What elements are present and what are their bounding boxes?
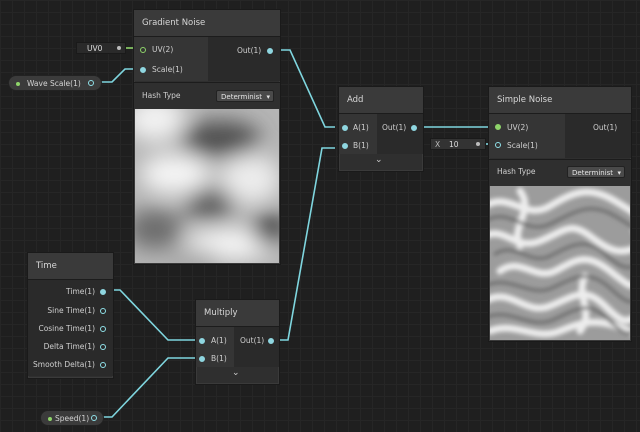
uv-input-port[interactable] <box>495 124 501 130</box>
hash-type-dropdown[interactable]: Determinist ▾ <box>216 90 274 102</box>
wave-scale-out-port[interactable] <box>88 80 94 86</box>
smooth-delta-port[interactable] <box>100 362 106 368</box>
property-indicator-icon <box>16 82 20 86</box>
hash-type-label: Hash Type <box>497 167 536 176</box>
hash-type-label: Hash Type <box>142 91 181 100</box>
node-title: Simple Noise <box>489 87 631 114</box>
scale-input-label: Scale(1) <box>507 141 538 150</box>
cosine-time-port[interactable] <box>100 326 106 332</box>
delta-time-port[interactable] <box>100 344 106 350</box>
node-title: Gradient Noise <box>134 10 280 37</box>
node-title: Add <box>339 87 423 114</box>
speed-property[interactable]: Speed(1) <box>40 410 104 426</box>
out-port[interactable] <box>267 48 273 54</box>
out-label: Out(1) <box>593 123 618 132</box>
scale-input-port[interactable] <box>140 67 146 73</box>
b-input-label: B(1) <box>353 141 369 150</box>
simple-noise-node[interactable]: Simple Noise UV(2) Scale(1) Out(1) Hash … <box>481 86 640 342</box>
scale-input-label: Scale(1) <box>152 65 183 74</box>
speed-label: Speed(1) <box>55 414 90 423</box>
gradient-noise-preview <box>125 97 288 269</box>
a-input-label: A(1) <box>211 336 227 345</box>
smooth-delta-label: Smooth Delta(1) <box>33 360 95 369</box>
out-label: Out(1) <box>240 336 265 345</box>
out-label: Out(1) <box>382 123 407 132</box>
dropdown-arrow-icon: ▾ <box>266 93 270 101</box>
delta-time-label: Delta Time(1) <box>43 342 95 351</box>
speed-out-port[interactable] <box>91 415 97 421</box>
wave-scale-label: Wave Scale(1) <box>27 79 81 88</box>
hash-type-value: Determinist <box>221 93 263 101</box>
sine-time-port[interactable] <box>100 308 106 314</box>
gradient-noise-node[interactable]: Gradient Noise UV(2) Scale(1) Out(1) Has… <box>125 9 288 269</box>
node-title: Time <box>28 253 113 280</box>
b-input-label: B(1) <box>211 354 227 363</box>
uv0-dot <box>117 46 121 50</box>
sine-time-label: Sine Time(1) <box>47 306 95 315</box>
add-node[interactable]: Add A(1) B(1) Out(1) ⌄ <box>338 86 424 172</box>
uv-input-label: UV(2) <box>152 45 174 54</box>
a-input-label: A(1) <box>353 123 369 132</box>
collapse-chevron-icon[interactable]: ⌄ <box>232 368 240 378</box>
time-node[interactable]: Time Time(1) Sine Time(1) Cosine Time(1)… <box>27 252 114 379</box>
uv0-field[interactable]: UV0 <box>76 42 126 54</box>
simple-noise-preview <box>481 186 640 340</box>
cosine-time-label: Cosine Time(1) <box>38 324 95 333</box>
collapse-chevron-icon[interactable]: ⌄ <box>375 155 383 165</box>
uv-input-port[interactable] <box>140 47 146 53</box>
scale-input-port[interactable] <box>495 142 501 148</box>
b-input-port[interactable] <box>342 143 348 149</box>
multiply-node[interactable]: Multiply A(1) B(1) Out(1) ⌄ <box>195 299 280 385</box>
wave-scale-property[interactable]: Wave Scale(1) <box>8 75 102 91</box>
b-input-port[interactable] <box>199 356 205 362</box>
hash-type-dropdown[interactable]: Determinist ▾ <box>567 166 625 178</box>
uv-input-label: UV(2) <box>507 123 529 132</box>
out-label: Out(1) <box>237 46 262 55</box>
dropdown-arrow-icon: ▾ <box>617 169 621 177</box>
scale-x-field[interactable]: X 10 <box>430 138 486 150</box>
a-input-port[interactable] <box>342 125 348 131</box>
out-port[interactable] <box>268 338 274 344</box>
out-port[interactable] <box>411 125 417 131</box>
scale-x-value: 10 <box>449 140 459 149</box>
time-output-label: Time(1) <box>66 287 95 296</box>
property-indicator-icon <box>48 417 52 421</box>
hash-type-value: Determinist <box>572 169 614 177</box>
x-axis-label: X <box>435 140 441 149</box>
node-title: Multiply <box>196 300 279 327</box>
time-output-port[interactable] <box>100 289 106 295</box>
uv0-value: UV0 <box>87 44 103 53</box>
a-input-port[interactable] <box>199 338 205 344</box>
scale-x-dot <box>476 142 480 146</box>
